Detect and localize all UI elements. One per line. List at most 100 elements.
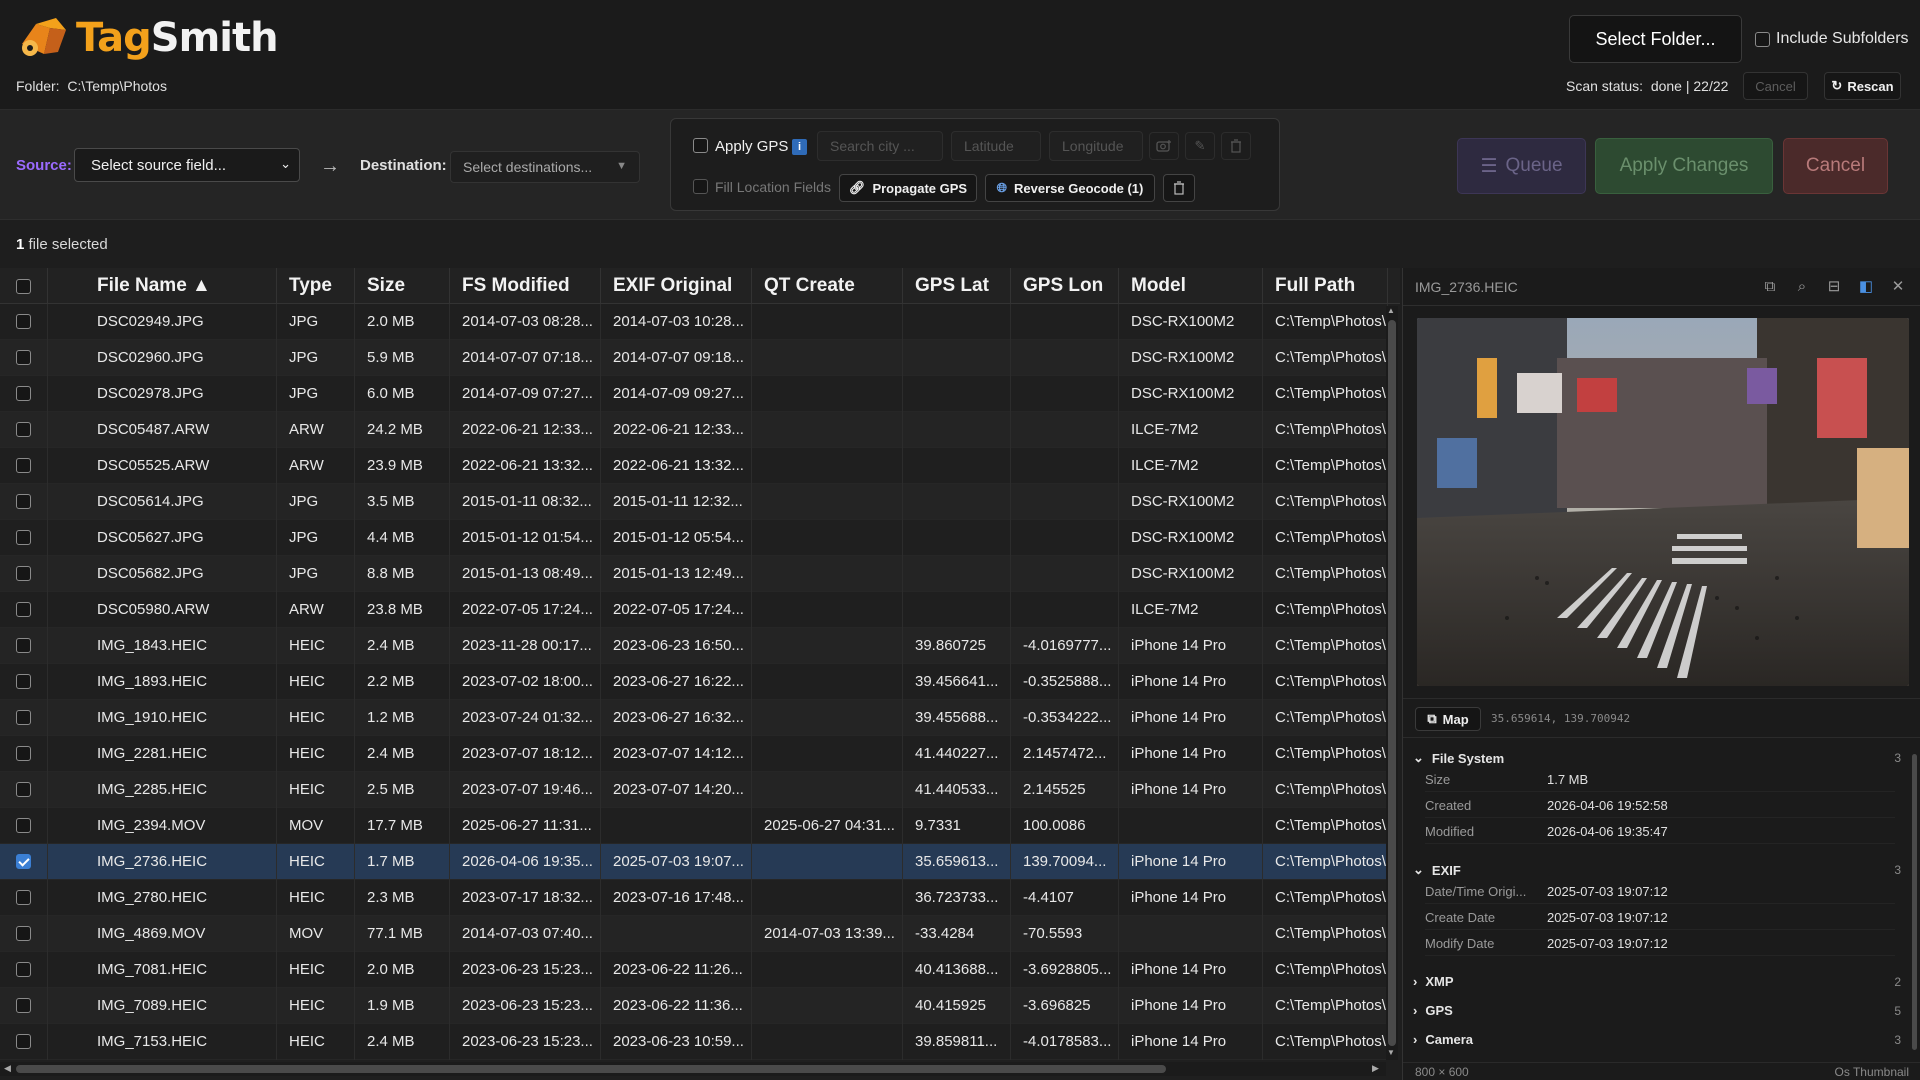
table-row[interactable]: DSC02949.JPG JPG 2.0 MB 2014-07-03 08:28...… [0,303,1388,340]
table-row[interactable]: DSC05525.ARW ARW 23.9 MB 2022-06-21 13:32..… [0,447,1388,484]
open-external-icon[interactable]: ⧉ [1761,277,1779,295]
table-row[interactable]: DSC05682.JPG JPG 8.8 MB 2015-01-13 08:49...… [0,555,1388,592]
cancel-scan-button[interactable]: Cancel [1743,72,1808,100]
select-folder-button[interactable]: Select Folder... [1569,15,1742,63]
apply-changes-button[interactable]: Apply Changes [1595,138,1773,194]
table-row[interactable]: IMG_4869.MOV MOV 77.1 MB 2014-07-03 07:40..… [0,915,1388,952]
table-row[interactable]: IMG_1843.HEIC HEIC 2.4 MB 2023-11-28 00:17.… [0,627,1388,664]
scroll-down-icon[interactable]: ▼ [1387,1048,1395,1057]
row-checkbox[interactable] [16,890,31,905]
row-select-cell[interactable] [0,879,48,916]
table-row[interactable]: IMG_2780.HEIC HEIC 2.3 MB 2023-07-17 18:32.… [0,879,1388,916]
table-row[interactable]: DSC05627.JPG JPG 4.4 MB 2015-01-12 01:54...… [0,519,1388,556]
row-checkbox[interactable] [16,314,31,329]
section-xmp[interactable]: › XMP 2 [1413,974,1903,989]
table-row[interactable]: DSC05487.ARW ARW 24.2 MB 2022-06-21 12:33..… [0,411,1388,448]
table-row[interactable]: IMG_2285.HEIC HEIC 2.5 MB 2023-07-07 19:46.… [0,771,1388,808]
column-header-file-name[interactable]: File Name ▲ [48,268,277,304]
trash-icon[interactable] [1221,132,1251,160]
longitude-input[interactable]: Longitude [1049,131,1143,161]
pencil-icon[interactable]: ✎ [1185,132,1215,160]
table-row[interactable]: DSC02978.JPG JPG 6.0 MB 2014-07-09 07:27...… [0,375,1388,412]
row-select-cell[interactable] [0,411,48,448]
row-checkbox[interactable] [16,566,31,581]
cancel-button[interactable]: Cancel [1783,138,1888,194]
row-checkbox[interactable] [16,1034,31,1049]
row-select-cell[interactable] [0,447,48,484]
table-row[interactable]: IMG_2736.HEIC HEIC 1.7 MB 2026-04-06 19:35.… [0,843,1388,880]
row-checkbox[interactable] [16,710,31,725]
row-select-cell[interactable] [0,339,48,376]
scroll-up-icon[interactable]: ▲ [1387,306,1395,315]
source-field-select[interactable]: Select source field... ⌄ [74,148,300,182]
row-select-cell[interactable] [0,483,48,520]
table-row[interactable]: IMG_2281.HEIC HEIC 2.4 MB 2023-07-07 18:12.… [0,735,1388,772]
section-file-system[interactable]: ⌄ File System 3 [1413,750,1903,766]
scrollbar-thumb[interactable] [1912,754,1917,1050]
row-checkbox[interactable] [16,386,31,401]
row-checkbox[interactable] [16,746,31,761]
row-select-cell[interactable] [0,519,48,556]
row-select-cell[interactable] [0,951,48,988]
column-header-gps-lon[interactable]: GPS Lon [1011,268,1119,304]
destination-select[interactable]: Select destinations... ▼ [450,151,640,183]
row-select-cell[interactable] [0,735,48,772]
checkbox-icon[interactable] [1755,31,1770,47]
table-row[interactable]: IMG_7081.HEIC HEIC 2.0 MB 2023-06-23 15:23.… [0,951,1388,988]
split-vertical-icon[interactable]: ◧ [1857,277,1875,295]
row-select-cell[interactable] [0,591,48,628]
horizontal-scrollbar[interactable]: ◀ ▶ [0,1062,1386,1076]
section-camera[interactable]: › Camera 3 [1413,1032,1903,1047]
row-checkbox[interactable] [16,782,31,797]
row-checkbox[interactable] [16,818,31,833]
row-checkbox[interactable] [16,530,31,545]
apply-gps-checkbox[interactable] [693,138,708,153]
row-checkbox[interactable] [16,422,31,437]
column-header-fs-modified[interactable]: FS Modified [450,268,601,304]
row-checkbox[interactable] [16,458,31,473]
close-icon[interactable]: ✕ [1889,277,1907,295]
row-select-cell[interactable] [0,375,48,412]
column-header-size[interactable]: Size [355,268,450,304]
row-select-cell[interactable] [0,771,48,808]
row-checkbox[interactable] [16,602,31,617]
select-all-checkbox[interactable] [16,278,31,294]
row-checkbox[interactable] [16,854,31,869]
row-checkbox[interactable] [16,962,31,977]
latitude-input[interactable]: Latitude [951,131,1041,161]
map-button[interactable]: ⧉ Map [1415,707,1481,731]
scroll-left-icon[interactable]: ◀ [4,1063,11,1074]
split-horizontal-icon[interactable]: ⊟ [1825,277,1843,295]
column-header-type[interactable]: Type [277,268,355,304]
row-select-cell[interactable] [0,843,48,880]
table-row[interactable]: IMG_2394.MOV MOV 17.7 MB 2025-06-27 11:31..… [0,807,1388,844]
section-exif[interactable]: ⌄ EXIF 3 [1413,862,1903,878]
column-header-exif-original[interactable]: EXIF Original [601,268,752,304]
row-select-cell[interactable] [0,555,48,592]
row-checkbox[interactable] [16,998,31,1013]
row-checkbox[interactable] [16,638,31,653]
select-all-header[interactable] [0,268,48,304]
scrollbar-thumb[interactable] [16,1065,1166,1073]
zoom-icon[interactable]: ⌕ [1793,277,1811,295]
info-icon[interactable]: i [792,139,807,155]
row-select-cell[interactable] [0,303,48,340]
reverse-geocode-button[interactable]: 🌐︎ Reverse Geocode (1) [985,174,1155,202]
row-checkbox[interactable] [16,926,31,941]
table-row[interactable]: IMG_1893.HEIC HEIC 2.2 MB 2023-07-02 18:00.… [0,663,1388,700]
column-header-qt-create[interactable]: QT Create [752,268,903,304]
row-checkbox[interactable] [16,494,31,509]
row-select-cell[interactable] [0,915,48,952]
row-select-cell[interactable] [0,807,48,844]
fill-location-checkbox[interactable] [693,179,708,194]
vertical-scrollbar[interactable]: ▲ ▼ [1386,306,1398,1060]
table-row[interactable]: DSC05614.JPG JPG 3.5 MB 2015-01-11 08:32...… [0,483,1388,520]
table-row[interactable]: DSC02960.JPG JPG 5.9 MB 2014-07-07 07:18...… [0,339,1388,376]
camera-add-icon[interactable] [1149,132,1179,160]
queue-button[interactable]: ☰ Queue [1457,138,1586,194]
section-gps[interactable]: › GPS 5 [1413,1003,1903,1018]
row-select-cell[interactable] [0,627,48,664]
column-header-gps-lat[interactable]: GPS Lat [903,268,1011,304]
propagate-gps-button[interactable]: 🔗︎ Propagate GPS [839,174,977,202]
rescan-button[interactable]: ↻ Rescan [1824,72,1901,100]
